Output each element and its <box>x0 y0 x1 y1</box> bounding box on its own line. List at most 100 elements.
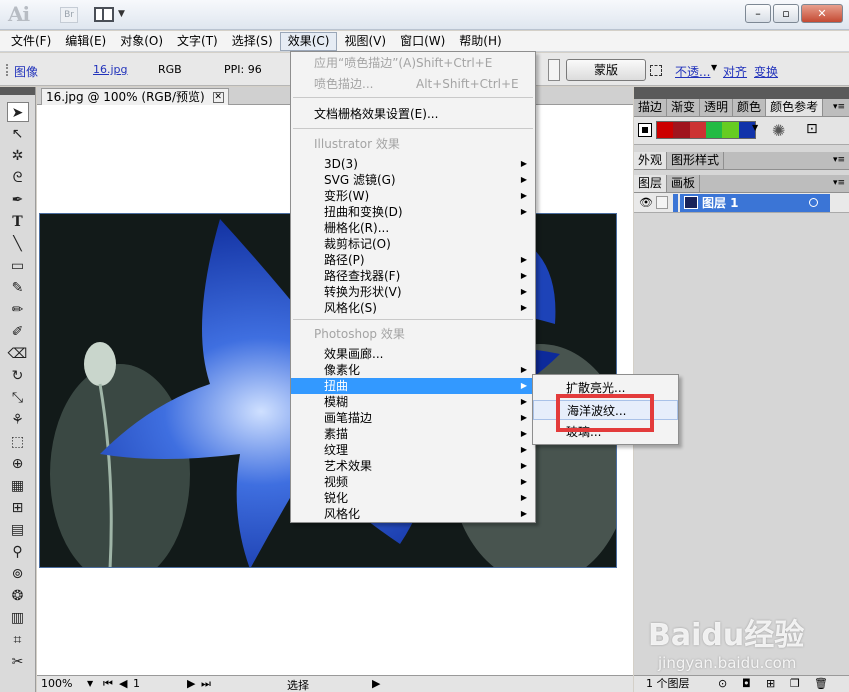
shape-builder-tool-icon[interactable]: ⊕ <box>7 454 29 474</box>
direct-selection-tool-icon[interactable]: ↖ <box>7 124 29 144</box>
status-label[interactable]: 选择 <box>287 677 309 692</box>
previous-artboard-icon[interactable]: ◀ <box>119 677 127 690</box>
mesh-tool-icon[interactable]: ⊞ <box>7 498 29 518</box>
eraser-tool-icon[interactable]: ⌫ <box>7 344 29 364</box>
save-color-group-icon[interactable]: ⊡ <box>806 121 818 137</box>
first-artboard-icon[interactable]: ⏮ <box>103 677 113 691</box>
rotate-tool-icon[interactable]: ↻ <box>7 366 29 386</box>
selection-tool-icon[interactable]: ➤ <box>6 102 29 122</box>
slice-tool-icon[interactable]: ✂ <box>7 652 29 672</box>
menu-item-distort[interactable]: 扭曲 ▶ <box>291 378 535 394</box>
chevron-down-icon[interactable]: ▼ <box>87 679 93 688</box>
menu-item-pathfinder[interactable]: 路径查找器(F) ▶ <box>291 268 535 284</box>
eye-icon[interactable]: 👁 <box>639 196 653 209</box>
menu-item-blur[interactable]: 模糊 ▶ <box>291 394 535 410</box>
paintbrush-tool-icon[interactable]: ✎ <box>7 278 29 298</box>
crop-image-icon[interactable] <box>650 65 662 76</box>
panel-menu-icon[interactable]: ▾≡ <box>833 155 845 165</box>
lock-toggle[interactable] <box>656 196 668 209</box>
close-button[interactable]: ✕ <box>801 4 843 23</box>
magic-wand-tool-icon[interactable]: ✲ <box>7 146 29 166</box>
panel-grip[interactable] <box>634 87 849 99</box>
tab-color-guide[interactable]: 颜色参考 <box>766 99 824 116</box>
menu-view[interactable]: 视图(V) <box>337 32 393 51</box>
perspective-grid-tool-icon[interactable]: ▦ <box>7 476 29 496</box>
selected-layer[interactable]: 图层 1 <box>680 194 830 212</box>
menu-object[interactable]: 对象(O) <box>113 32 170 51</box>
tab-gradient[interactable]: 渐变 <box>667 99 701 116</box>
last-artboard-icon[interactable]: ⏭ <box>201 677 211 691</box>
tab-color[interactable]: 颜色 <box>733 99 767 116</box>
harmony-swatch-strip[interactable] <box>656 121 756 139</box>
menu-edit[interactable]: 编辑(E) <box>58 32 113 51</box>
tab-stroke[interactable]: 描边 <box>634 99 668 116</box>
scale-tool-icon[interactable]: ⤡ <box>7 388 29 408</box>
eyedropper-tool-icon[interactable]: ⚲ <box>7 542 29 562</box>
menu-item-last-effect[interactable]: 喷色描边... Alt+Shift+Ctrl+E <box>291 76 535 92</box>
line-tool-icon[interactable]: ╲ <box>7 234 29 254</box>
mask-button[interactable]: 蒙版 <box>566 59 646 81</box>
menu-item-texture[interactable]: 纹理 ▶ <box>291 442 535 458</box>
menu-type[interactable]: 文字(T) <box>170 32 225 51</box>
menu-item-distort-transform[interactable]: 扭曲和变换(D) ▶ <box>291 204 535 220</box>
menu-help[interactable]: 帮助(H) <box>452 32 508 51</box>
chevron-down-icon[interactable]: ▼ <box>118 9 125 19</box>
menu-select[interactable]: 选择(S) <box>225 32 280 51</box>
menu-item-rasterize[interactable]: 栅格化(R)... <box>291 220 535 236</box>
lasso-tool-icon[interactable]: ᘓ <box>7 168 29 188</box>
menu-item-svg-filters[interactable]: SVG 滤镜(G) ▶ <box>291 172 535 188</box>
chevron-down-icon[interactable]: ▼ <box>711 63 717 72</box>
tab-transparency[interactable]: 透明 <box>700 99 734 116</box>
menu-item-artistic[interactable]: 艺术效果 ▶ <box>291 458 535 474</box>
menu-window[interactable]: 窗口(W) <box>393 32 452 51</box>
menu-item-convert-to-shape[interactable]: 转换为形状(V) ▶ <box>291 284 535 300</box>
zoom-level[interactable]: 100% <box>41 677 72 690</box>
target-icon[interactable] <box>809 198 818 207</box>
menu-effect[interactable]: 效果(C) <box>279 31 338 51</box>
menu-item-video[interactable]: 视频 ▶ <box>291 474 535 490</box>
panel-menu-icon[interactable]: ▾≡ <box>833 102 845 112</box>
menu-item-brush-strokes[interactable]: 画笔描边 ▶ <box>291 410 535 426</box>
artboard-tool-icon[interactable]: ⌗ <box>7 630 29 650</box>
minimize-button[interactable]: – <box>745 4 771 23</box>
pencil-tool-icon[interactable]: ✏ <box>7 300 29 320</box>
pen-tool-icon[interactable]: ✒ <box>7 190 29 210</box>
document-tab[interactable]: 16.jpg @ 100% (RGB/预览) ✕ <box>41 88 229 105</box>
menu-item-apply-last-effect[interactable]: 应用“喷色描边”(A) Shift+Ctrl+E <box>291 55 535 71</box>
chevron-down-icon[interactable]: ▼ <box>752 123 758 132</box>
menu-item-effect-gallery[interactable]: 效果画廊... <box>291 346 535 362</box>
menu-item-raster-settings[interactable]: 文档栅格效果设置(E)... <box>291 106 535 122</box>
panel-grip[interactable] <box>0 87 35 95</box>
blob-brush-tool-icon[interactable]: ✐ <box>7 322 29 342</box>
width-tool-icon[interactable]: ⚘ <box>7 410 29 430</box>
embed-dropdown[interactable] <box>548 59 560 81</box>
menu-item-crop-marks[interactable]: 裁剪标记(O) <box>291 236 535 252</box>
artboard-number[interactable]: 1 <box>133 677 140 690</box>
panel-grip[interactable] <box>6 64 10 76</box>
rectangle-tool-icon[interactable]: ▭ <box>7 256 29 276</box>
menu-item-sharpen[interactable]: 锐化 ▶ <box>291 490 535 506</box>
menu-item-sketch[interactable]: 素描 ▶ <box>291 426 535 442</box>
next-artboard-icon[interactable]: ▶ <box>187 677 195 690</box>
color-group-icon[interactable]: ✺ <box>772 121 785 140</box>
maximize-button[interactable]: ▫ <box>773 4 799 23</box>
menu-item-path[interactable]: 路径(P) ▶ <box>291 252 535 268</box>
menu-item-warp[interactable]: 变形(W) ▶ <box>291 188 535 204</box>
gradient-tool-icon[interactable]: ▤ <box>7 520 29 540</box>
tab-artboards[interactable]: 画板 <box>667 175 701 192</box>
panel-menu-icon[interactable]: ▾≡ <box>833 178 845 188</box>
menu-item-stylize-ps[interactable]: 风格化 ▶ <box>291 506 535 522</box>
file-name-link[interactable]: 16.jpg <box>93 63 128 76</box>
symbol-sprayer-tool-icon[interactable]: ❂ <box>7 586 29 606</box>
opacity-link[interactable]: 不透... <box>675 63 710 80</box>
status-menu-icon[interactable]: ▶ <box>372 677 380 690</box>
column-graph-tool-icon[interactable]: ▥ <box>7 608 29 628</box>
close-icon[interactable]: ✕ <box>212 92 224 103</box>
type-tool-icon[interactable]: T <box>7 212 29 232</box>
transform-link[interactable]: 变换 <box>754 63 778 80</box>
menu-item-3d[interactable]: 3D(3) ▶ <box>291 156 535 172</box>
menu-item-stylize[interactable]: 风格化(S) ▶ <box>291 300 535 316</box>
menu-file[interactable]: 文件(F) <box>4 32 58 51</box>
free-transform-tool-icon[interactable]: ⬚ <box>7 432 29 452</box>
layer-row[interactable]: 👁 图层 1 <box>634 193 849 213</box>
